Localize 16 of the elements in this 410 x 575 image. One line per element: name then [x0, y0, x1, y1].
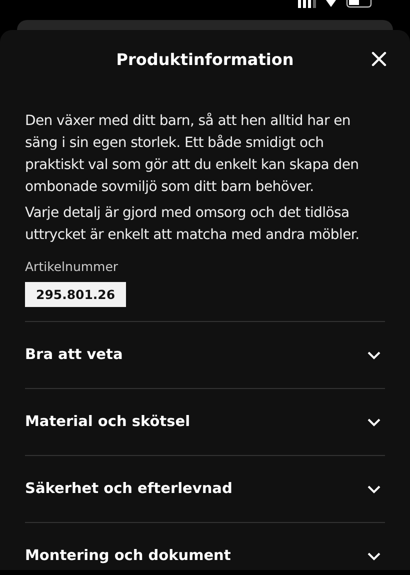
chevron-down-icon — [367, 484, 381, 494]
article-number: 295.801.26 — [25, 282, 126, 307]
battery-icon — [346, 0, 372, 8]
chevron-down-icon — [367, 552, 381, 560]
description-paragraph: Den växer med ditt barn, så att hen alltid har en säng i sin egen storlek. Ett både smidigt och praktiskt val som gör att du enkelt kan skapa den ombonade sovmiljö som ditt barn behöver. — [25, 112, 360, 197]
sheet-title: Produktinformation — [116, 50, 294, 68]
wifi-icon — [326, 0, 336, 8]
signal-icon — [298, 0, 316, 8]
accordion-section[interactable]: Säkerhet och efterlevnad — [25, 455, 385, 522]
accordion-section[interactable]: Montering och dokument — [25, 522, 385, 570]
accordion-section[interactable]: Material och skötsel — [25, 388, 385, 455]
accordion-section[interactable]: Bra att veta — [25, 321, 385, 388]
article-number-label: Artikelnummer — [25, 259, 120, 274]
description-paragraph: Varje detalj är gjord med omsorg och det tidlösa uttrycket är enkelt att matcha med andra möbler. — [25, 204, 360, 245]
chevron-down-icon — [367, 418, 381, 426]
chevron-down-icon — [367, 350, 381, 360]
